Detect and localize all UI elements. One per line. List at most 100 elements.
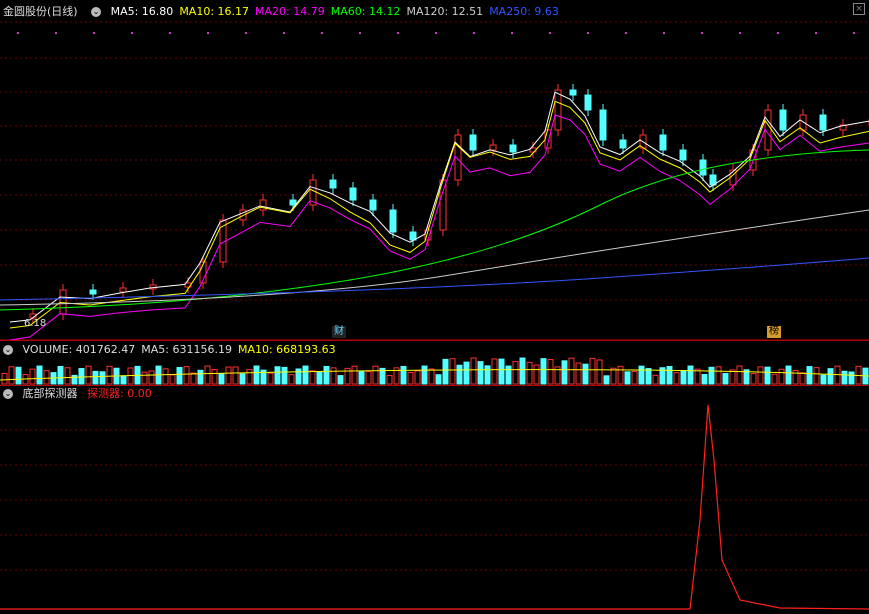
- candle-body: [779, 109, 787, 131]
- volume-bar: [575, 362, 582, 385]
- volume-bar: [78, 368, 85, 385]
- volume-bar: [407, 371, 414, 385]
- volume-legend-item: VOLUME: 401762.47: [22, 343, 136, 356]
- signal-dot: [435, 32, 437, 34]
- volume-bar: [519, 357, 526, 385]
- signal-dot: [207, 32, 209, 34]
- volume-bar: [400, 365, 407, 385]
- signal-dot: [777, 32, 779, 34]
- volume-bar: [141, 371, 148, 385]
- candle-body: [289, 199, 297, 206]
- signal-dot: [511, 32, 513, 34]
- volume-bar: [498, 358, 505, 385]
- volume-bar: [288, 374, 295, 385]
- volume-bar: [505, 365, 512, 385]
- volume-bar: [841, 370, 848, 385]
- volume-bar: [239, 373, 246, 385]
- volume-bar: [680, 370, 687, 385]
- volume-bar: [491, 358, 498, 385]
- low-price-label: 6.18: [24, 318, 47, 329]
- indicator-value: 探测器: 0.00: [87, 387, 152, 400]
- volume-bar: [820, 374, 827, 385]
- volume-bar: [512, 360, 519, 385]
- volume-bar: [120, 375, 127, 385]
- volume-bar: [631, 370, 638, 385]
- volume-bar: [687, 365, 694, 385]
- volume-bar: [211, 368, 218, 385]
- volume-bar: [57, 365, 64, 385]
- signal-dot: [815, 32, 817, 34]
- volume-bar: [1, 372, 8, 385]
- volume-bar: [183, 366, 190, 385]
- volume-bar: [568, 357, 575, 385]
- candle-body: [584, 94, 592, 111]
- volume-bar: [589, 357, 596, 385]
- volume-bar: [8, 366, 15, 385]
- candle-body: [469, 134, 477, 151]
- volume-bar: [253, 365, 260, 385]
- volume-bar: [99, 371, 106, 385]
- signal-dot: [17, 32, 19, 34]
- indicator-header: ⌄ 底部探测器 探测器: 0.00: [0, 385, 869, 403]
- volume-bar: [316, 371, 323, 385]
- volume-bar: [666, 365, 673, 385]
- volume-bar: [778, 368, 785, 385]
- volume-bar: [673, 372, 680, 385]
- volume-bar: [533, 364, 540, 385]
- candle-body: [119, 287, 127, 293]
- volume-bar: [302, 365, 309, 385]
- ma120-line: [0, 209, 869, 306]
- volume-bar: [456, 364, 463, 385]
- volume-bar: [15, 366, 22, 385]
- volume-bar: [43, 370, 50, 385]
- candle-body: [389, 209, 397, 233]
- volume-bar: [750, 373, 757, 385]
- volume-bar: [414, 370, 421, 385]
- volume-bar: [848, 371, 855, 385]
- volume-bar: [477, 361, 484, 385]
- volume-bar: [638, 365, 645, 385]
- volume-bar: [274, 366, 281, 385]
- signal-dot: [55, 32, 57, 34]
- candle-body: [619, 139, 627, 149]
- signal-dot: [359, 32, 361, 34]
- volume-bar: [484, 365, 491, 385]
- volume-bar: [295, 368, 302, 385]
- signal-dot: [93, 32, 95, 34]
- volume-bar: [708, 366, 715, 385]
- signal-dot: [663, 32, 665, 34]
- volume-bar: [617, 365, 624, 385]
- volume-bar: [421, 365, 428, 385]
- volume-bar: [267, 372, 274, 385]
- volume-bar: [106, 365, 113, 385]
- volume-bar: [799, 372, 806, 385]
- signal-dot: [853, 32, 855, 34]
- signal-dot: [625, 32, 627, 34]
- volume-bar: [596, 359, 603, 385]
- chevron-down-icon[interactable]: ⌄: [3, 389, 13, 399]
- volume-bar: [225, 366, 232, 385]
- signal-dot: [283, 32, 285, 34]
- volume-bar: [463, 361, 470, 385]
- event-tag-finance[interactable]: 财: [332, 326, 346, 338]
- volume-bar: [561, 360, 568, 385]
- volume-bar: [526, 361, 533, 385]
- volume-bar: [610, 367, 617, 385]
- volume-bar: [603, 375, 610, 385]
- chevron-down-icon[interactable]: ⌄: [3, 345, 13, 355]
- volume-bar: [645, 368, 652, 385]
- volume-bar: [715, 366, 722, 385]
- signal-dot: [739, 32, 741, 34]
- volume-bar: [792, 369, 799, 385]
- volume-bar: [435, 374, 442, 385]
- volume-bar: [694, 368, 701, 385]
- volume-bar: [771, 373, 778, 385]
- event-tag-rank[interactable]: 榜: [767, 326, 781, 338]
- volume-bar: [372, 365, 379, 385]
- volume-bar: [204, 365, 211, 385]
- volume-bar: [232, 366, 239, 385]
- volume-bar: [190, 372, 197, 385]
- candle-body: [819, 114, 827, 131]
- candle-body: [369, 199, 377, 211]
- signal-dot: [549, 32, 551, 34]
